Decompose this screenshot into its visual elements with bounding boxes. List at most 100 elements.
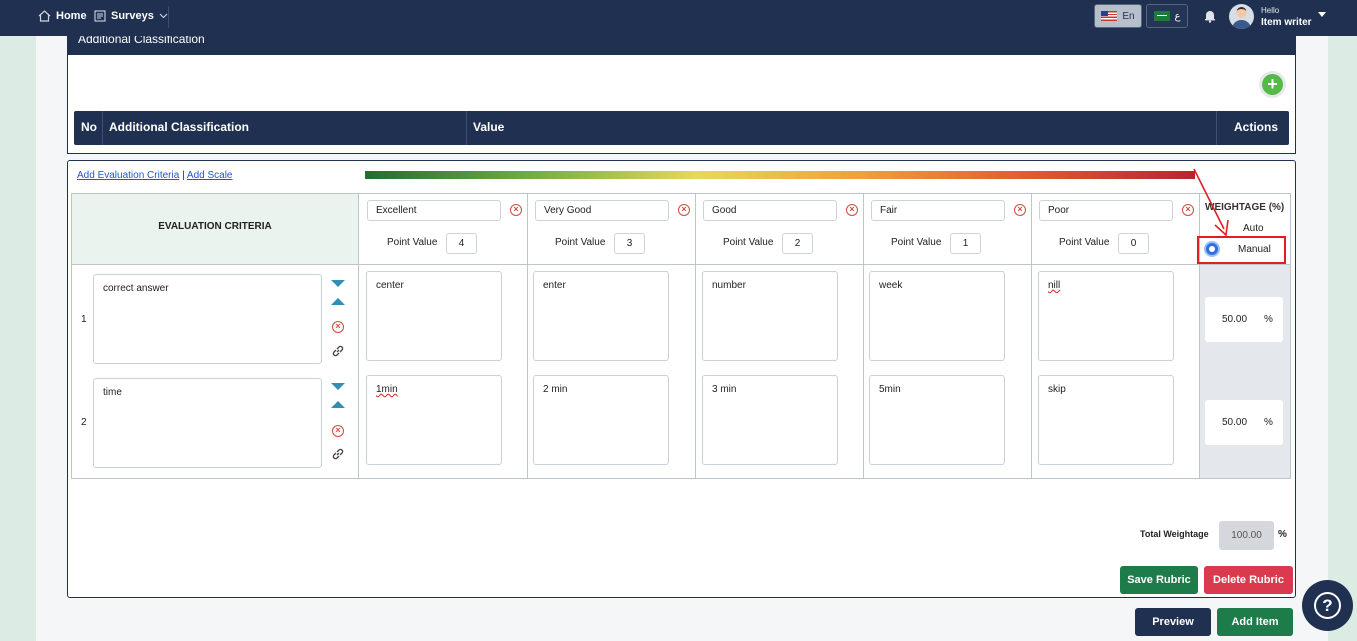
move-down-icon[interactable] xyxy=(331,280,345,287)
scale-gradient-bar xyxy=(365,171,1195,179)
scale-name-input[interactable]: Fair xyxy=(871,200,1005,221)
description-input[interactable]: week xyxy=(869,271,1005,361)
grid-divider xyxy=(527,194,528,478)
description-input[interactable]: 2 min xyxy=(533,375,669,465)
criteria-input[interactable]: time xyxy=(93,378,322,468)
point-value-label: Point Value xyxy=(387,237,438,248)
point-value-label: Point Value xyxy=(1059,237,1110,248)
remove-criteria-icon[interactable]: × xyxy=(332,321,344,333)
lang-ar-label: ع xyxy=(1174,10,1181,22)
add-classification-button[interactable]: + xyxy=(1259,71,1286,98)
link-separator: | xyxy=(182,170,185,181)
grid-divider xyxy=(358,194,359,478)
description-text: 1min xyxy=(376,384,398,395)
scale-name-input[interactable]: Very Good xyxy=(535,200,669,221)
percent-sign: % xyxy=(1264,417,1273,428)
description-input[interactable]: 3 min xyxy=(702,375,838,465)
evaluation-criteria-header: EVALUATION CRITERIA xyxy=(72,194,358,264)
lang-ar-button[interactable]: ع xyxy=(1146,4,1188,28)
lang-en-label: En xyxy=(1122,10,1135,22)
survey-icon xyxy=(94,10,106,22)
point-value-input[interactable]: 4 xyxy=(446,233,477,254)
description-input[interactable]: nill xyxy=(1038,271,1174,361)
lang-en-button[interactable]: En xyxy=(1094,4,1142,28)
move-up-icon[interactable] xyxy=(331,401,345,408)
home-icon xyxy=(38,10,51,22)
rubric-links: Add Evaluation Criteria | Add Scale xyxy=(77,170,233,181)
grid-divider xyxy=(72,264,1290,265)
delete-rubric-button[interactable]: Delete Rubric xyxy=(1204,566,1293,594)
point-value-input[interactable]: 1 xyxy=(950,233,981,254)
auto-option-label[interactable]: Auto xyxy=(1243,223,1264,234)
remove-scale-icon[interactable]: × xyxy=(846,204,858,216)
col-divider xyxy=(466,111,467,145)
move-up-icon[interactable] xyxy=(331,298,345,305)
col-divider xyxy=(102,111,103,145)
add-evaluation-criteria-link[interactable]: Add Evaluation Criteria xyxy=(77,170,179,181)
col-value: Value xyxy=(473,120,505,134)
weightage-value: 50.00 xyxy=(1222,417,1248,428)
user-greeting: Hello xyxy=(1261,6,1280,15)
nav-surveys-label: Surveys xyxy=(111,10,154,22)
caret-down-icon[interactable] xyxy=(1318,12,1326,17)
plus-icon: + xyxy=(1262,74,1283,95)
top-navbar: Home Surveys En ع Hello Item writer xyxy=(0,0,1357,36)
remove-scale-icon[interactable]: × xyxy=(678,204,690,216)
remove-scale-icon[interactable]: × xyxy=(1014,204,1026,216)
add-item-button[interactable]: Add Item xyxy=(1217,608,1293,636)
description-input[interactable]: enter xyxy=(533,271,669,361)
point-value-label: Point Value xyxy=(723,237,774,248)
nav-surveys[interactable]: Surveys xyxy=(94,0,168,32)
description-input[interactable]: skip xyxy=(1038,375,1174,465)
description-input[interactable]: center xyxy=(366,271,502,361)
scale-name-input[interactable]: Good xyxy=(703,200,837,221)
scale-name-input[interactable]: Poor xyxy=(1039,200,1173,221)
grid-divider xyxy=(695,194,696,478)
weightage-value: 50.00 xyxy=(1222,314,1248,325)
remove-criteria-icon[interactable]: × xyxy=(332,425,344,437)
avatar[interactable] xyxy=(1229,4,1254,29)
link-icon[interactable] xyxy=(331,344,345,358)
panel-title: Additional Classification xyxy=(68,36,1296,55)
add-scale-link[interactable]: Add Scale xyxy=(187,170,233,181)
total-weightage-value: 100.00 xyxy=(1219,521,1274,550)
col-actions: Actions xyxy=(1234,120,1279,134)
save-rubric-button[interactable]: Save Rubric xyxy=(1120,566,1198,594)
preview-button[interactable]: Preview xyxy=(1135,608,1211,636)
point-value-label: Point Value xyxy=(891,237,942,248)
scale-name-input[interactable]: Excellent xyxy=(367,200,501,221)
help-button[interactable]: ? xyxy=(1302,580,1353,631)
point-value-label: Point Value xyxy=(555,237,606,248)
point-value-input[interactable]: 3 xyxy=(614,233,645,254)
nav-home-label: Home xyxy=(56,10,87,22)
point-value-input[interactable]: 2 xyxy=(782,233,813,254)
bell-icon[interactable] xyxy=(1203,9,1217,23)
description-input[interactable]: 5min xyxy=(869,375,1005,465)
total-weightage-label: Total Weightage xyxy=(1140,529,1209,539)
row-number: 1 xyxy=(81,314,87,325)
question-icon: ? xyxy=(1314,592,1341,619)
col-divider xyxy=(1216,111,1217,145)
link-icon[interactable] xyxy=(331,447,345,461)
col-no: No xyxy=(81,120,97,134)
grid-divider xyxy=(1031,194,1032,478)
nav-divider xyxy=(168,6,169,28)
remove-scale-icon[interactable]: × xyxy=(510,204,522,216)
nav-home[interactable]: Home xyxy=(38,0,87,32)
weightage-input[interactable]: 50.00 % xyxy=(1205,297,1283,342)
description-input[interactable]: 1min xyxy=(366,375,502,465)
us-flag-icon xyxy=(1101,11,1118,21)
row-number: 2 xyxy=(81,417,87,428)
description-text: nill xyxy=(1048,280,1061,291)
weightage-input[interactable]: 50.00 % xyxy=(1205,400,1283,445)
total-percent-sign: % xyxy=(1278,529,1287,540)
criteria-input[interactable]: correct answer xyxy=(93,274,322,364)
highlight-box xyxy=(1197,236,1286,264)
grid-divider xyxy=(863,194,864,478)
point-value-input[interactable]: 0 xyxy=(1118,233,1149,254)
move-down-icon[interactable] xyxy=(331,383,345,390)
description-input[interactable]: number xyxy=(702,271,838,361)
saudi-flag-icon xyxy=(1153,11,1170,21)
col-additional-classification: Additional Classification xyxy=(109,120,250,134)
percent-sign: % xyxy=(1264,314,1273,325)
